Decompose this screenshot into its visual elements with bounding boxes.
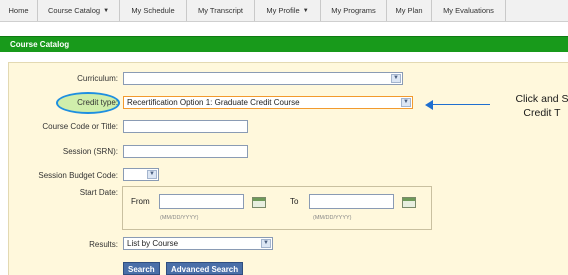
nav-my-evaluations[interactable]: My Evaluations <box>432 0 506 21</box>
credit-type-label: Credit type: <box>77 98 118 107</box>
start-date-label: Start Date: <box>79 188 118 197</box>
arrow-left-icon <box>425 100 433 110</box>
nav-my-transcript[interactable]: My Transcript <box>187 0 255 21</box>
session-srn-input[interactable] <box>123 145 248 158</box>
to-date-hint: (MM/DD/YYYY) <box>313 215 352 221</box>
chevron-down-icon: ▼ <box>302 7 309 14</box>
nav-course-catalog[interactable]: Course Catalog ▼ <box>38 0 120 21</box>
advanced-search-button[interactable]: Advanced Search <box>166 262 244 275</box>
nav-course-catalog-label: Course Catalog <box>47 6 101 15</box>
nav-my-schedule-label: My Schedule <box>131 6 175 15</box>
nav-home[interactable]: Home <box>0 0 38 21</box>
course-code-label: Course Code or Title: <box>42 122 118 131</box>
credit-type-select[interactable]: Recertification Option 1: Graduate Credi… <box>123 96 413 109</box>
top-navigation: Home Course Catalog ▼ My Schedule My Tran… <box>0 0 568 22</box>
budget-code-label: Session Budget Code: <box>38 171 118 180</box>
calendar-icon[interactable] <box>402 197 416 208</box>
chevron-down-icon: ▼ <box>401 98 411 107</box>
results-label: Results: <box>89 240 118 249</box>
session-srn-label: Session (SRN): <box>62 147 118 156</box>
chevron-down-icon: ▼ <box>103 7 110 14</box>
nav-my-programs[interactable]: My Programs <box>321 0 387 21</box>
nav-my-plan-label: My Plan <box>395 6 423 15</box>
chevron-down-icon: ▼ <box>391 74 401 83</box>
chevron-down-icon: ▼ <box>261 239 271 248</box>
callout-line-1: Click and S <box>515 93 568 105</box>
credit-type-value: Recertification Option 1: Graduate Credi… <box>127 98 300 107</box>
results-value: List by Course <box>127 239 179 248</box>
nav-my-programs-label: My Programs <box>331 6 376 15</box>
section-header: Course Catalog <box>0 36 568 52</box>
search-button[interactable]: Search <box>123 262 160 275</box>
nav-my-profile-label: My Profile <box>266 6 300 15</box>
chevron-down-icon: ▼ <box>147 170 157 179</box>
nav-my-transcript-label: My Transcript <box>197 6 243 15</box>
page-title: Course Catalog <box>10 40 70 49</box>
to-label: To <box>290 197 299 206</box>
from-date-input[interactable] <box>159 194 244 209</box>
from-date-hint: (MM/DD/YYYY) <box>160 215 199 221</box>
course-code-input[interactable] <box>123 120 248 133</box>
nav-my-evaluations-label: My Evaluations <box>443 6 494 15</box>
curriculum-label: Curriculum: <box>77 74 118 83</box>
curriculum-select[interactable]: ▼ <box>123 72 403 85</box>
nav-home-label: Home <box>8 6 29 15</box>
nav-my-plan[interactable]: My Plan <box>387 0 432 21</box>
callout-text: Click and S Credit T <box>482 92 568 120</box>
results-select[interactable]: List by Course ▼ <box>123 237 273 250</box>
calendar-icon[interactable] <box>252 197 266 208</box>
callout-line-2: Credit T <box>523 107 561 119</box>
to-date-input[interactable] <box>309 194 394 209</box>
nav-my-schedule[interactable]: My Schedule <box>120 0 187 21</box>
from-label: From <box>131 197 150 206</box>
nav-my-profile[interactable]: My Profile ▼ <box>255 0 321 21</box>
budget-code-select[interactable]: ▼ <box>123 168 159 181</box>
